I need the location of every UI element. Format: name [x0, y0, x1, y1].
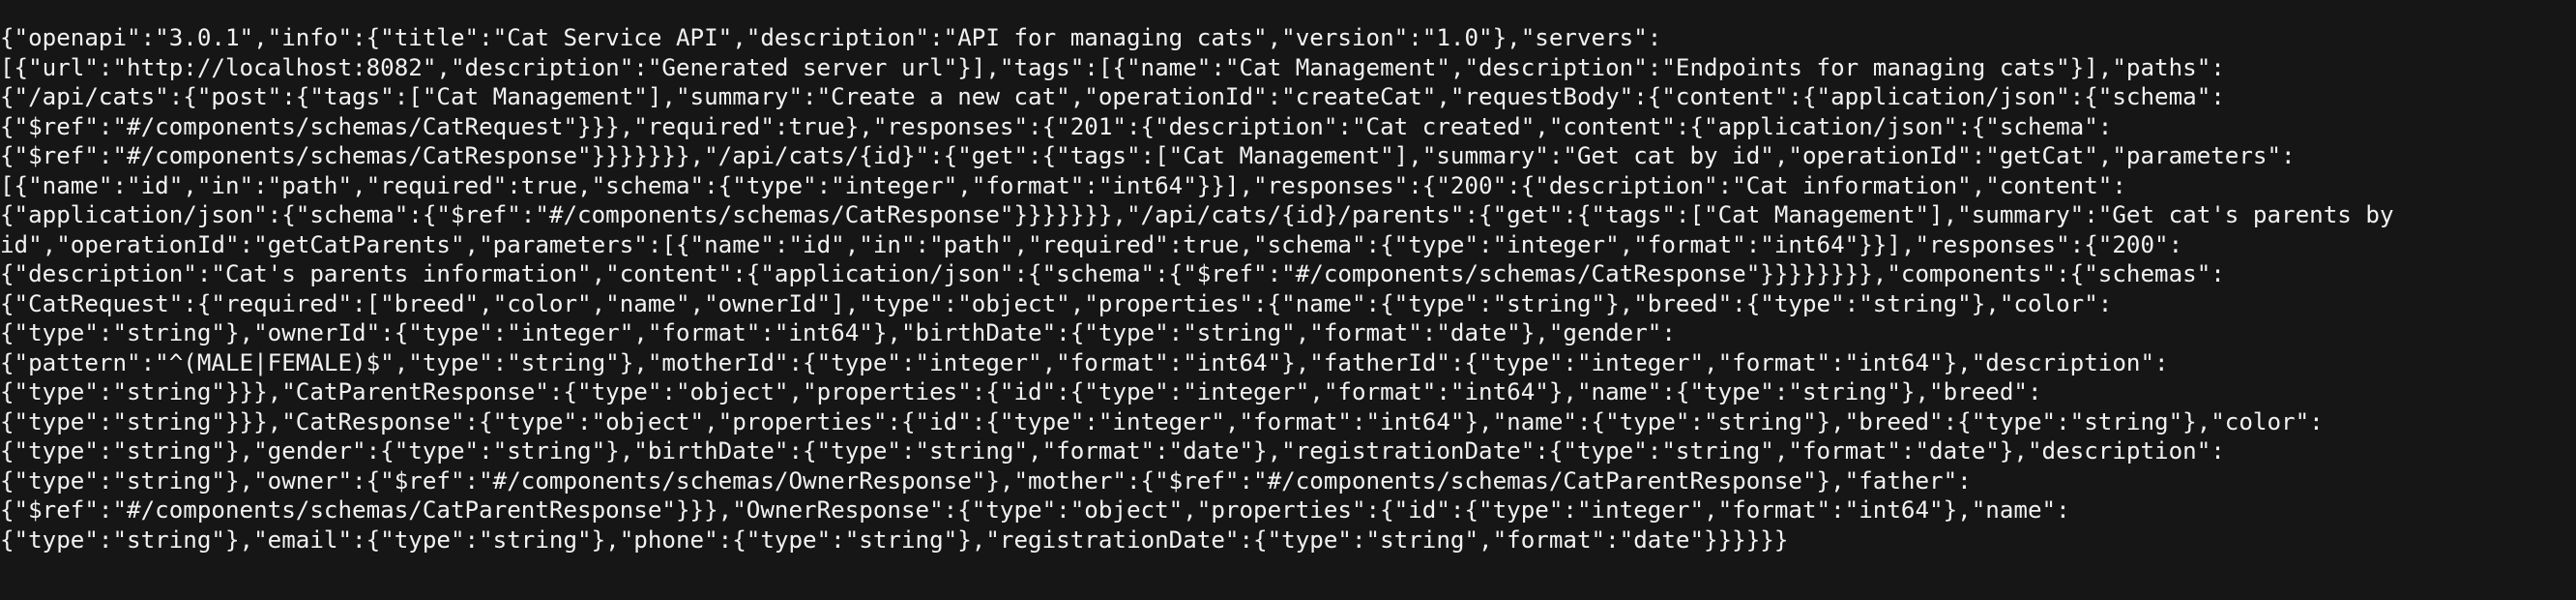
output-line: [{"url":"http://localhost:8082","descrip… [0, 53, 2225, 81]
output-line: {"openapi":"3.0.1","info":{"title":"Cat … [0, 24, 1662, 51]
output-line: {"$ref":"#/components/schemas/CatRequest… [0, 112, 2113, 140]
output-line: {"type":"string"},"ownerId":{"type":"int… [0, 319, 1676, 346]
output-line: {"/api/cats":{"post":{"tags":["Cat Manag… [0, 83, 2225, 110]
output-line: {"pattern":"^(MALE|FEMALE)$","type":"str… [0, 348, 2169, 376]
output-line: {"type":"string"},"owner":{"$ref":"#/com… [0, 466, 1972, 495]
output-line: {"description":"Cat's parents informatio… [0, 260, 2225, 287]
output-line: {"$ref":"#/components/schemas/CatRespons… [0, 142, 2296, 169]
terminal-output[interactable]: {"openapi":"3.0.1","info":{"title":"Cat … [0, 23, 2576, 555]
output-line: {"type":"string"},"email":{"type":"strin… [0, 525, 1789, 554]
output-line: {"$ref":"#/components/schemas/CatParentR… [0, 496, 2070, 524]
output-line: [{"name":"id","in":"path","required":tru… [0, 171, 2126, 199]
output-line: id","operationId":"getCatParents","param… [0, 230, 2183, 258]
output-line: {"type":"string"},"gender":{"type":"stri… [0, 437, 2225, 465]
output-line: {"CatRequest":{"required":["breed","colo… [0, 289, 2113, 317]
output-line: {"type":"string"}}},"CatResponse":{"type… [0, 407, 2324, 435]
output-line: {"type":"string"}}},"CatParentResponse":… [0, 378, 2042, 405]
output-line: {"application/json":{"schema":{"$ref":"#… [0, 201, 2394, 228]
terminal-window[interactable]: {"openapi":"3.0.1","info":{"title":"Cat … [0, 0, 2576, 600]
